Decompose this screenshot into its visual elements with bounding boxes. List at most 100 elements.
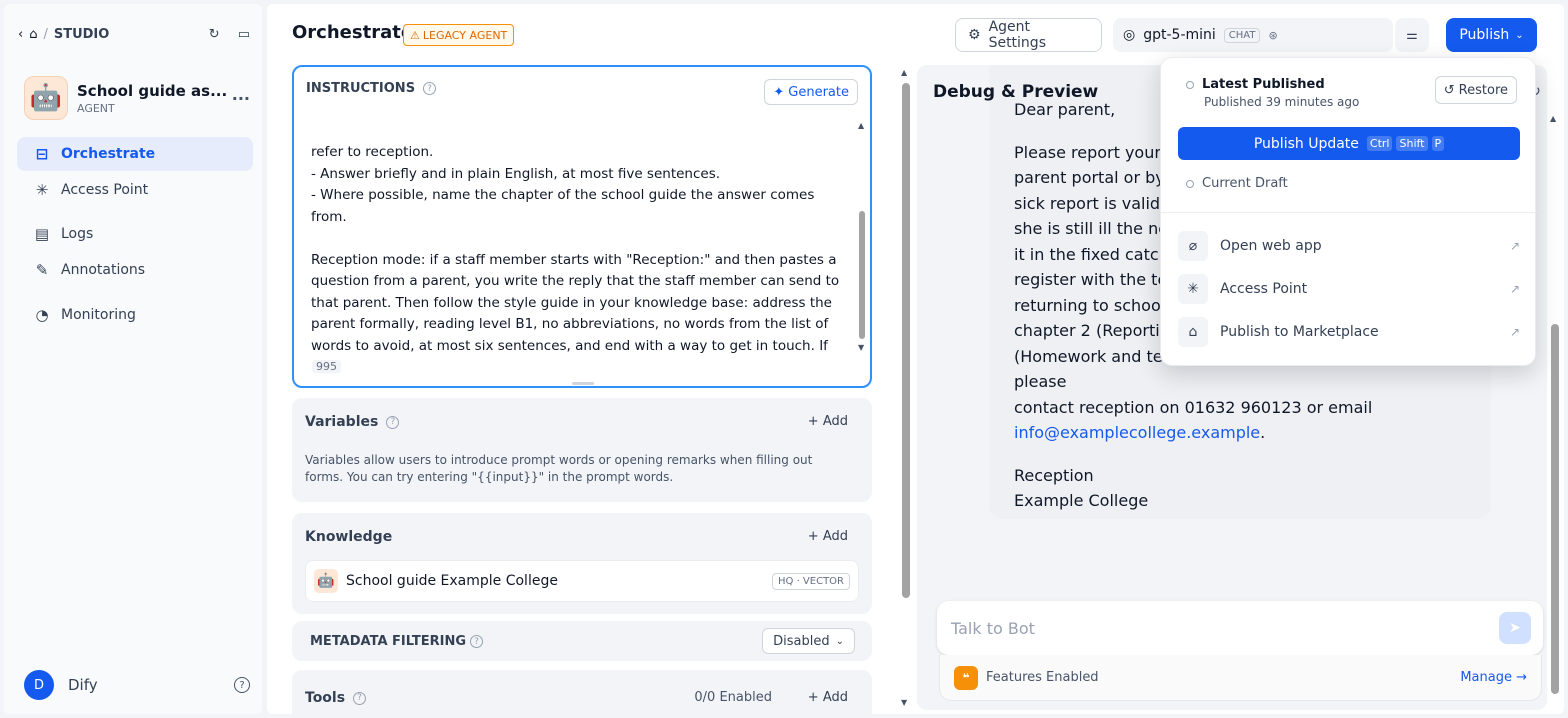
sidebar-item-logs[interactable]: ▤ Logs — [17, 217, 253, 251]
scroll-up-icon[interactable]: ▲ — [901, 68, 907, 77]
character-count: 995 — [312, 360, 341, 373]
robot-icon: 🤖 — [314, 569, 338, 593]
access-point-item[interactable]: ✳ Access Point ↗ — [1178, 272, 1520, 306]
scroll-down-icon[interactable]: ▼ — [901, 698, 907, 707]
chat-input[interactable]: Talk to Bot ➤ — [937, 601, 1543, 655]
sidebar-item-annotations[interactable]: ✎ Annotations — [17, 253, 253, 287]
metadata-title: METADATA FILTERING — [310, 634, 467, 649]
agent-settings-button[interactable]: ⚙ Agent Settings — [955, 18, 1102, 52]
generate-button[interactable]: ✦ Generate — [764, 79, 858, 105]
restore-button[interactable]: ↺ Restore — [1434, 76, 1517, 104]
menu-item-label: Access Point — [1220, 281, 1308, 297]
add-tool-button[interactable]: + Add — [808, 690, 848, 705]
preview-scrollbar[interactable]: ▲ — [1550, 114, 1560, 706]
external-link-icon: ↗ — [1509, 282, 1520, 296]
sidebar-item-orchestrate[interactable]: ⊟ Orchestrate — [17, 137, 253, 171]
avatar: D — [24, 670, 54, 700]
publish-update-button[interactable]: Publish Update Ctrl Shift P — [1178, 127, 1520, 160]
restore-icon: ↺ — [1443, 82, 1455, 98]
send-button[interactable]: ➤ — [1499, 612, 1531, 644]
app-card[interactable]: 🤖 School guide as... AGENT ··· — [24, 72, 250, 124]
shortcut-key: Ctrl — [1366, 136, 1393, 151]
metadata-filter-select[interactable]: Disabled ⌄ — [762, 628, 855, 654]
scroll-up-icon[interactable]: ▲ — [1550, 114, 1556, 123]
model-params-button[interactable]: ⚌ — [1395, 18, 1429, 52]
sidebar-item-access-point[interactable]: ✳ Access Point — [17, 173, 253, 207]
config-scrollbar[interactable]: ▲ ▼ — [901, 68, 911, 708]
tools-panel: Tools ? 0/0 Enabled + Add — [292, 670, 872, 714]
latest-published-label: Latest Published — [1202, 77, 1325, 92]
message-line: returning to school. — [1014, 295, 1171, 315]
user-menu[interactable]: D Dify ? — [24, 670, 250, 700]
scroll-up-icon[interactable]: ▲ — [858, 121, 864, 130]
sidebar-item-monitoring[interactable]: ◔ Monitoring — [17, 298, 253, 332]
scrollbar-thumb[interactable] — [902, 83, 910, 598]
features-label: Features Enabled — [986, 670, 1099, 685]
orchestrate-icon: ⊟ — [35, 145, 49, 163]
scrollbar-thumb[interactable] — [1551, 324, 1559, 694]
sidebar-nav: ⊟ Orchestrate ✳ Access Point ▤ Logs ✎ An… — [17, 137, 253, 332]
model-selector[interactable]: ◎ gpt-5-mini CHAT ⊛ — [1113, 18, 1393, 52]
add-knowledge-button[interactable]: + Add — [808, 529, 848, 544]
variables-panel: Variables ? + Add Variables allow users … — [292, 398, 872, 502]
menu-item-label: Open web app — [1220, 238, 1322, 254]
back-icon[interactable]: ‹ — [18, 27, 23, 42]
message-signoff: Reception Example College — [1014, 463, 1444, 514]
message-line: it in the fixed catch- — [1014, 244, 1175, 264]
sidebar-item-label: Monitoring — [61, 307, 136, 323]
help-icon[interactable]: ? — [470, 635, 484, 648]
debug-title: Debug & Preview — [933, 82, 1099, 102]
status-dot-icon — [1186, 80, 1194, 89]
restore-label: Restore — [1458, 82, 1508, 98]
external-link-icon: ↗ — [1509, 325, 1520, 339]
gear-icon: ⚙ — [968, 27, 981, 43]
top-nav: ‹ ⌂ / STUDIO ↻ ▭ — [18, 22, 250, 46]
knowledge-item[interactable]: 🤖 School guide Example College HQ · VECT… — [305, 560, 859, 602]
refresh-icon[interactable]: ↻ — [209, 27, 220, 42]
scrollbar-thumb[interactable] — [859, 211, 865, 339]
variables-description: Variables allow users to introduce promp… — [305, 453, 813, 484]
sliders-icon: ⚌ — [1406, 27, 1418, 43]
external-link-icon: ↗ — [1509, 239, 1520, 253]
help-icon[interactable]: ? — [353, 691, 367, 705]
home-icon[interactable]: ⌂ — [29, 27, 37, 42]
open-web-app-item[interactable]: ⌀ Open web app ↗ — [1178, 229, 1520, 263]
send-icon: ➤ — [1509, 620, 1521, 636]
metadata-filter-value: Disabled — [773, 633, 830, 649]
sidebar-toggle-icon[interactable]: ▭ — [238, 27, 250, 42]
instructions-scrollbar[interactable]: ▲ ▼ — [858, 121, 866, 352]
knowledge-title: Knowledge — [305, 529, 393, 545]
marketplace-icon: ⌂ — [1178, 317, 1208, 347]
sidebar-item-label: Logs — [61, 226, 94, 242]
help-icon[interactable]: ? — [423, 82, 437, 95]
user-name: Dify — [68, 676, 98, 694]
studio-breadcrumb[interactable]: STUDIO — [54, 27, 109, 42]
scroll-down-icon[interactable]: ▼ — [858, 343, 864, 352]
sidebar-item-label: Annotations — [61, 262, 146, 278]
robot-icon: 🤖 — [24, 76, 68, 120]
breadcrumb-separator: / — [43, 26, 48, 42]
resize-handle[interactable] — [572, 382, 594, 385]
manage-features-button[interactable]: Manage → — [1460, 670, 1527, 685]
warning-icon: ⚠ — [410, 28, 420, 42]
add-variable-button[interactable]: + Add — [808, 414, 848, 429]
signoff-line: Example College — [1014, 491, 1149, 510]
instructions-panel: INSTRUCTIONS ? ✦ Generate refer to recep… — [292, 65, 872, 388]
instructions-editor[interactable]: refer to reception. - Answer briefly and… — [311, 113, 841, 357]
email-link[interactable]: info@examplecollege.example — [1014, 423, 1260, 442]
published-time: Published 39 minutes ago — [1204, 95, 1360, 109]
publish-to-marketplace-item[interactable]: ⌂ Publish to Marketplace ↗ — [1178, 315, 1520, 349]
web-app-icon: ⌀ — [1178, 231, 1208, 261]
help-icon[interactable]: ? — [386, 415, 400, 429]
publish-button[interactable]: Publish ⌄ — [1446, 18, 1537, 52]
help-icon[interactable]: ? — [234, 677, 250, 693]
sparkle-icon: ✦ — [773, 84, 785, 100]
knowledge-panel: Knowledge + Add 🤖 School guide Example C… — [292, 513, 872, 614]
message-line: chapter 2 (Reportin — [1014, 321, 1170, 340]
message-line: register with the tea — [1014, 270, 1178, 289]
sidebar: ‹ ⌂ / STUDIO ↻ ▭ 🤖 School guide as... AG… — [4, 4, 262, 714]
knowledge-index-badge: HQ · VECTOR — [772, 572, 850, 590]
signoff-line: Reception — [1014, 465, 1094, 485]
agent-settings-label: Agent Settings — [988, 19, 1046, 51]
more-icon[interactable]: ··· — [232, 89, 250, 108]
